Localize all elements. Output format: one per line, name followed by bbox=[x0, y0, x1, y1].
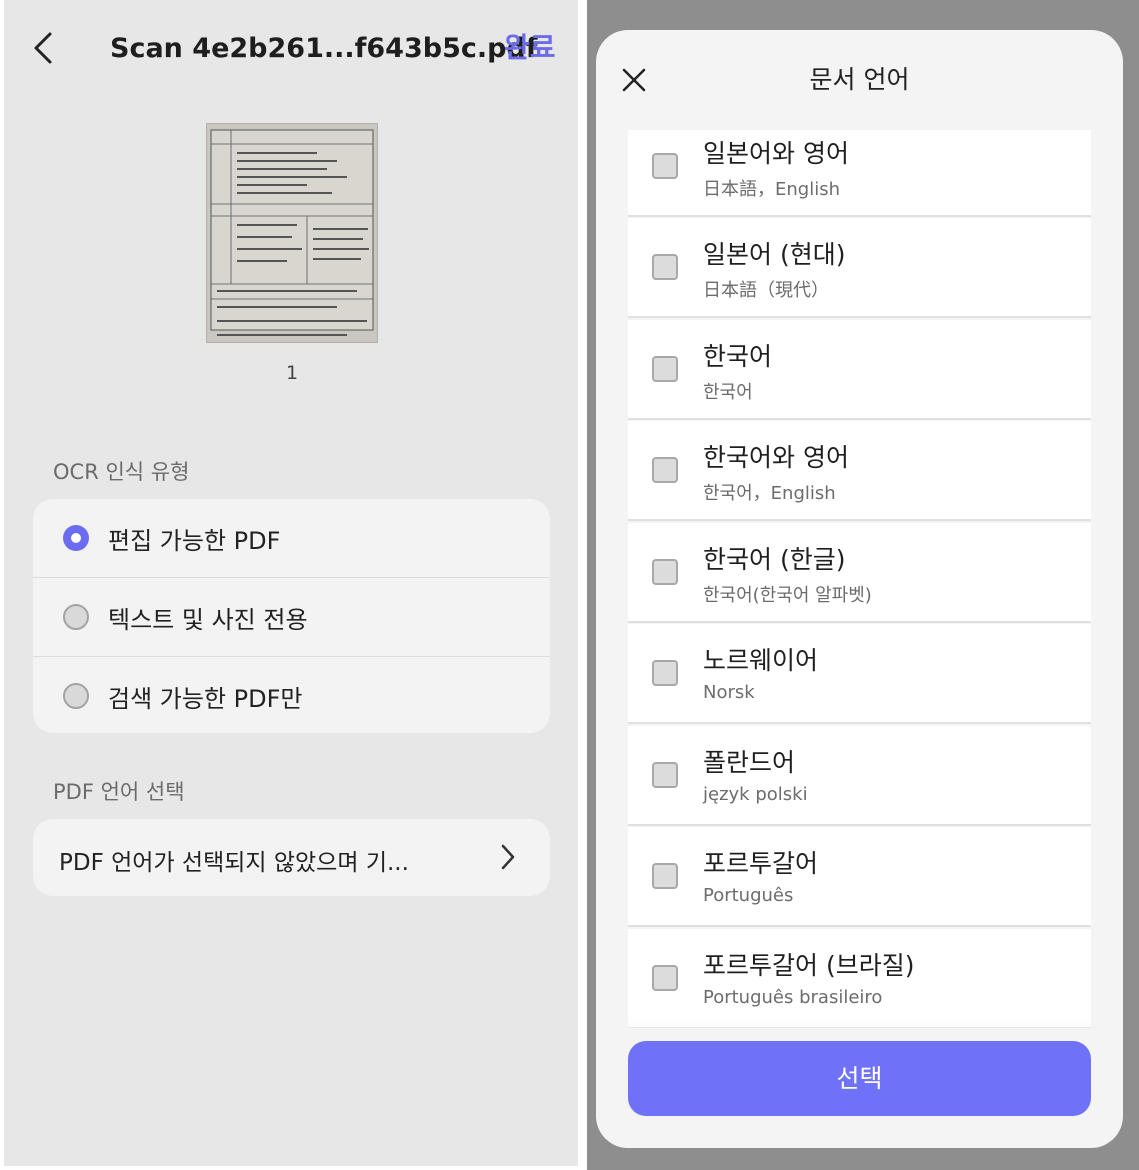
radio-selected-icon[interactable] bbox=[63, 525, 89, 551]
language-item[interactable]: 한국어 (한글) 한국어(한국어 알파벳) bbox=[628, 523, 1091, 623]
checkbox-icon[interactable] bbox=[652, 254, 678, 280]
language-item[interactable]: 한국어와 영어 한국어，English bbox=[628, 421, 1091, 521]
ocr-type-card: 편집 가능한 PDF 텍스트 및 사진 전용 검색 가능한 PDF만 bbox=[33, 499, 550, 733]
radio-icon[interactable] bbox=[63, 604, 89, 630]
pdf-language-value: PDF 언어가 선택되지 않았으며 기... bbox=[59, 850, 409, 876]
ocr-option-label: 편집 가능한 PDF bbox=[108, 526, 281, 555]
language-native-name: 한국어，English bbox=[703, 483, 836, 504]
checkbox-icon[interactable] bbox=[652, 153, 678, 179]
language-native-name: 日本語，English bbox=[703, 179, 840, 200]
language-native-name: Português bbox=[703, 885, 794, 906]
language-native-name: Português brasileiro bbox=[703, 987, 883, 1008]
document-language-sheet: 문서 언어 일본어와 영어 日本語，English 일본어 (현대) 日本語（現… bbox=[596, 30, 1123, 1148]
language-item[interactable]: 폴란드어 język polski bbox=[628, 726, 1091, 826]
checkbox-icon[interactable] bbox=[652, 863, 678, 889]
language-native-name: 한국어(한국어 알파벳) bbox=[703, 585, 872, 606]
language-list[interactable]: 일본어와 영어 日本語，English 일본어 (현대) 日本語（現代） 한국어… bbox=[628, 130, 1091, 1028]
ocr-option-editable-pdf[interactable]: 편집 가능한 PDF bbox=[33, 499, 550, 577]
language-item[interactable]: 포르투갈어 Português bbox=[628, 827, 1091, 927]
language-name: 포르투갈어 bbox=[703, 849, 819, 878]
chevron-right-icon bbox=[500, 843, 516, 871]
sheet-title: 문서 언어 bbox=[809, 65, 910, 94]
done-button[interactable]: 완료 bbox=[504, 28, 556, 68]
language-native-name: 日本語（現代） bbox=[703, 280, 829, 301]
language-name: 한국어와 영어 bbox=[703, 443, 849, 472]
back-arrow-icon[interactable] bbox=[30, 30, 60, 66]
language-native-name: język polski bbox=[703, 784, 808, 805]
checkbox-icon[interactable] bbox=[652, 660, 678, 686]
language-native-name: Norsk bbox=[703, 682, 755, 703]
language-item[interactable]: 노르웨이어 Norsk bbox=[628, 624, 1091, 724]
checkbox-icon[interactable] bbox=[652, 965, 678, 991]
ocr-section-label: OCR 인식 유형 bbox=[53, 460, 190, 484]
checkbox-icon[interactable] bbox=[652, 356, 678, 382]
language-item[interactable]: 한국어 한국어 bbox=[628, 320, 1091, 420]
pdf-language-selector[interactable]: PDF 언어가 선택되지 않았으며 기... bbox=[33, 819, 550, 896]
ocr-option-searchable-pdf[interactable]: 검색 가능한 PDF만 bbox=[33, 656, 550, 733]
language-name: 일본어 (현대) bbox=[703, 240, 846, 269]
pdf-language-section-label: PDF 언어 선택 bbox=[53, 780, 185, 804]
language-name: 일본어와 영어 bbox=[703, 139, 849, 168]
checkbox-icon[interactable] bbox=[652, 762, 678, 788]
language-item[interactable]: 일본어와 영어 日本語，English bbox=[628, 130, 1091, 217]
language-item[interactable]: 일본어 (현대) 日本語（現代） bbox=[628, 218, 1091, 318]
pdf-settings-screen: Scan 4e2b261...f643b5c.pdf 완료 1 OCR 인식 유… bbox=[4, 0, 578, 1166]
language-name: 한국어 (한글) bbox=[703, 545, 846, 574]
language-name: 폴란드어 bbox=[703, 748, 796, 777]
language-name: 노르웨이어 bbox=[703, 646, 819, 675]
language-name: 포르투갈어 (브라질) bbox=[703, 951, 915, 980]
language-name: 한국어 bbox=[703, 342, 773, 371]
page-number: 1 bbox=[285, 362, 299, 384]
language-native-name: 한국어 bbox=[703, 382, 753, 403]
select-button[interactable]: 선택 bbox=[628, 1041, 1091, 1116]
checkbox-icon[interactable] bbox=[652, 559, 678, 585]
ocr-option-label: 검색 가능한 PDF만 bbox=[108, 684, 303, 713]
ocr-option-label: 텍스트 및 사진 전용 bbox=[108, 605, 308, 634]
checkbox-icon[interactable] bbox=[652, 457, 678, 483]
language-item[interactable]: 포르투갈어 (브라질) Português brasileiro bbox=[628, 929, 1091, 1028]
ocr-option-text-photo[interactable]: 텍스트 및 사진 전용 bbox=[33, 577, 550, 656]
page-thumbnail[interactable] bbox=[206, 123, 378, 343]
radio-icon[interactable] bbox=[63, 683, 89, 709]
document-title: Scan 4e2b261...f643b5c.pdf bbox=[110, 33, 538, 64]
